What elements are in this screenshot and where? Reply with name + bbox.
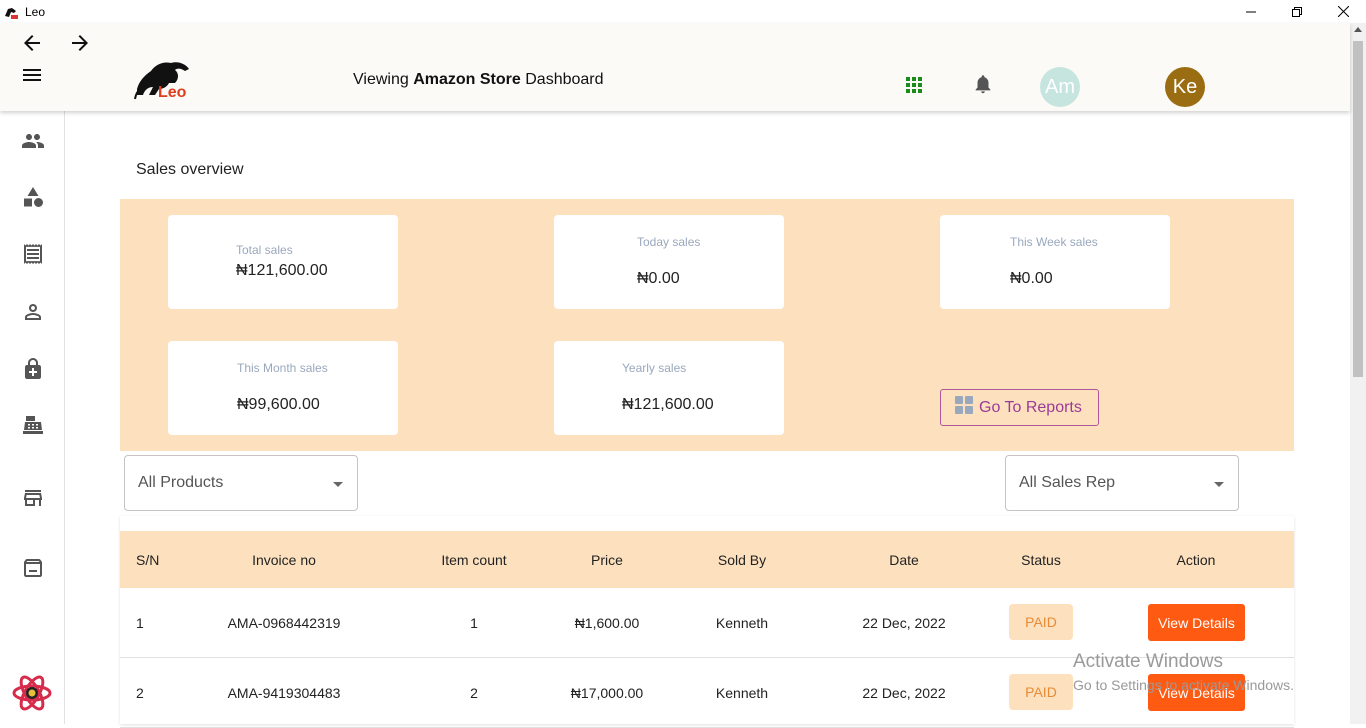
- dropdown-caret-icon: [333, 482, 343, 487]
- leo-logo: Leo: [133, 55, 195, 105]
- week-sales-card: This Week sales ₦0.00: [940, 215, 1170, 309]
- cell-item-count: 2: [470, 685, 478, 701]
- vertical-scrollbar[interactable]: [1350, 23, 1366, 724]
- month-sales-card: This Month sales ₦99,600.00: [168, 341, 398, 435]
- column-header: Invoice no: [252, 552, 316, 568]
- cell-sold-by: Kenneth: [715, 685, 769, 701]
- card-value: ₦121,600.00: [622, 396, 714, 413]
- view-details-button[interactable]: View Details: [1148, 604, 1245, 641]
- forward-arrow-icon[interactable]: [68, 31, 92, 55]
- column-header: Item count: [441, 552, 507, 568]
- viewing-suffix: Dashboard: [525, 71, 604, 88]
- total-sales-card: Total sales ₦121,600.00: [168, 215, 398, 309]
- today-sales-card: Today sales ₦0.00: [554, 215, 784, 309]
- status-badge: PAID: [1009, 604, 1073, 640]
- react-logo-icon: [12, 675, 52, 711]
- title-bar: Leo: [0, 0, 1366, 23]
- reports-button-label: Go To Reports: [979, 398, 1082, 416]
- receipt-icon[interactable]: [21, 242, 45, 266]
- table-row: 1 AMA-0968442319 1 ₦1,600.00 Kenneth 22 …: [120, 588, 1294, 658]
- dashboard-heading: Viewing Amazon Store Dashboard: [353, 71, 604, 89]
- cell-price: ₦1,600.00: [574, 615, 640, 631]
- lock-plus-icon[interactable]: [21, 357, 45, 381]
- cell-date: 22 Dec, 2022: [862, 685, 946, 701]
- cell-sn: 2: [136, 685, 144, 701]
- sales-overview-title: Sales overview: [136, 161, 244, 178]
- close-button[interactable]: [1320, 0, 1366, 23]
- card-value: ₦121,600.00: [236, 262, 328, 279]
- view-details-button[interactable]: View Details: [1148, 674, 1245, 711]
- minimize-icon: [1246, 11, 1256, 12]
- hamburger-menu-icon[interactable]: [20, 63, 44, 87]
- card-value: ₦99,600.00: [237, 396, 320, 413]
- column-header: Sold By: [717, 552, 767, 568]
- window-title: Leo: [25, 4, 46, 19]
- table-row: 2 AMA-9419304483 2 ₦17,000.00 Kenneth 22…: [120, 658, 1294, 728]
- column-header: Status: [1021, 552, 1061, 568]
- scroll-up-arrow-icon[interactable]: [1354, 27, 1362, 32]
- table-header: S/N Invoice no Item count Price Sold By …: [120, 531, 1294, 588]
- sales-rep-select-value: All Sales Rep: [1019, 474, 1116, 491]
- card-label: Yearly sales: [622, 361, 687, 375]
- store-name: Amazon Store: [413, 71, 521, 88]
- card-value: ₦0.00: [637, 270, 680, 287]
- cell-sn: 1: [136, 615, 144, 631]
- cell-invoice: AMA-0968442319: [227, 615, 341, 631]
- category-icon[interactable]: [21, 185, 45, 209]
- cell-date: 22 Dec, 2022: [862, 615, 946, 631]
- apps-grid-icon[interactable]: [904, 75, 924, 95]
- column-header: Price: [591, 552, 623, 568]
- card-label: Total sales: [236, 243, 293, 257]
- go-to-reports-button[interactable]: Go To Reports: [940, 389, 1099, 426]
- scroll-thumb[interactable]: [1353, 41, 1363, 377]
- card-label: This Week sales: [1010, 235, 1098, 249]
- store-avatar[interactable]: Am: [1040, 67, 1080, 107]
- cell-price: ₦17,000.00: [570, 685, 644, 701]
- column-header: Action: [1176, 552, 1216, 568]
- dashboard-grid-icon: [955, 395, 973, 414]
- app-header: Leo Viewing Amazon Store Dashboard Am Ke: [0, 23, 1350, 111]
- restore-button[interactable]: [1274, 0, 1320, 23]
- archive-icon[interactable]: [21, 556, 45, 580]
- close-icon: [1337, 6, 1349, 17]
- yearly-sales-card: Yearly sales ₦121,600.00: [554, 341, 784, 435]
- minimize-button[interactable]: [1228, 0, 1274, 23]
- people-icon[interactable]: [21, 129, 45, 153]
- status-badge: PAID: [1009, 674, 1073, 710]
- sidebar: [0, 111, 65, 724]
- card-value: ₦0.00: [1010, 270, 1053, 287]
- sales-overview-panel: Total sales ₦121,600.00 Today sales ₦0.0…: [120, 199, 1294, 451]
- user-avatar[interactable]: Ke: [1165, 67, 1205, 107]
- viewing-prefix: Viewing: [353, 71, 409, 88]
- logo-text: Leo: [158, 84, 187, 101]
- products-select-value: All Products: [138, 474, 224, 491]
- sales-rep-select[interactable]: All Sales Rep: [1005, 455, 1239, 511]
- cash-register-icon[interactable]: [21, 413, 45, 437]
- cell-item-count: 1: [470, 615, 478, 631]
- card-label: Today sales: [637, 235, 701, 249]
- cell-sold-by: Kenneth: [715, 615, 769, 631]
- card-label: This Month sales: [237, 361, 328, 375]
- cell-invoice: AMA-9419304483: [227, 685, 341, 701]
- app-icon: [5, 7, 18, 19]
- store-icon[interactable]: [21, 486, 45, 510]
- back-arrow-icon[interactable]: [20, 31, 44, 55]
- column-header: S/N: [136, 552, 160, 568]
- restore-icon: [1292, 6, 1302, 17]
- dropdown-caret-icon: [1214, 482, 1224, 487]
- sales-table: S/N Invoice no Item count Price Sold By …: [120, 516, 1294, 728]
- person-icon[interactable]: [21, 300, 45, 324]
- bell-icon[interactable]: [972, 72, 994, 96]
- products-select[interactable]: All Products: [124, 455, 358, 511]
- column-header: Date: [889, 552, 919, 568]
